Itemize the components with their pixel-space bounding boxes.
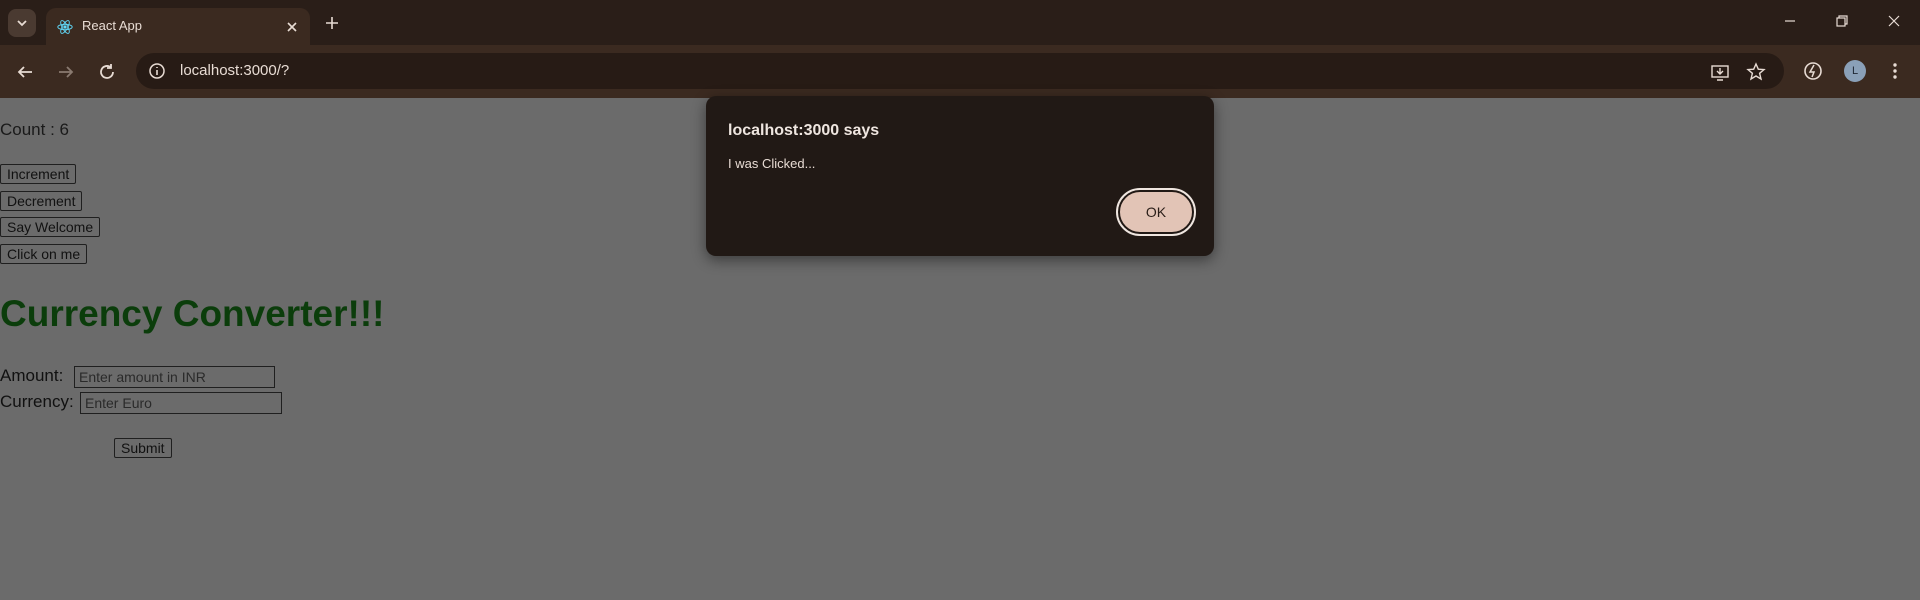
currency-input[interactable] xyxy=(80,392,282,414)
menu-kebab-icon[interactable] xyxy=(1884,60,1906,82)
amount-input[interactable] xyxy=(74,366,275,388)
alert-dialog: localhost:3000 says I was Clicked... OK xyxy=(706,96,1214,256)
restore-icon[interactable] xyxy=(1832,11,1852,31)
install-app-icon[interactable] xyxy=(1710,62,1730,82)
dialog-message: I was Clicked... xyxy=(728,156,816,171)
decrement-button[interactable]: Decrement xyxy=(0,191,83,211)
count-display: Count : 6 xyxy=(0,120,69,139)
forward-arrow-icon[interactable] xyxy=(55,61,77,83)
page-title: Currency Converter!!! xyxy=(0,293,385,334)
tab-search-icon xyxy=(17,20,27,27)
increment-button[interactable]: Increment xyxy=(0,164,77,184)
minimize-icon[interactable] xyxy=(1780,11,1800,31)
profile-avatar[interactable]: L xyxy=(1844,60,1866,82)
click-on-me-button[interactable]: Click on me xyxy=(0,244,88,264)
ok-button[interactable]: OK xyxy=(1116,188,1196,236)
react-logo-icon xyxy=(57,20,73,34)
address-bar[interactable]: localhost:3000/? xyxy=(136,53,1784,89)
currency-label: Currency: xyxy=(0,392,74,411)
tab-title: React App xyxy=(82,18,142,33)
amount-label: Amount: xyxy=(0,366,64,385)
plus-icon[interactable] xyxy=(322,13,342,33)
say-welcome-button[interactable]: Say Welcome xyxy=(0,217,101,237)
url-text[interactable]: localhost:3000/? xyxy=(180,62,289,79)
info-icon[interactable] xyxy=(148,62,166,80)
window-close-icon[interactable] xyxy=(1884,11,1904,31)
back-arrow-icon[interactable] xyxy=(14,61,36,83)
submit-button[interactable]: Submit xyxy=(114,438,172,458)
close-icon[interactable] xyxy=(284,19,300,35)
star-icon[interactable] xyxy=(1746,62,1766,82)
reload-icon[interactable] xyxy=(96,61,118,83)
extension-icon[interactable] xyxy=(1802,60,1824,82)
browser-toolbar: localhost:3000/? L xyxy=(0,45,1920,98)
tab-react-app[interactable]: React App xyxy=(46,8,310,45)
tab-strip: React App xyxy=(0,0,1920,45)
dialog-title: localhost:3000 says xyxy=(728,122,880,139)
tab-search-button[interactable] xyxy=(8,9,36,37)
